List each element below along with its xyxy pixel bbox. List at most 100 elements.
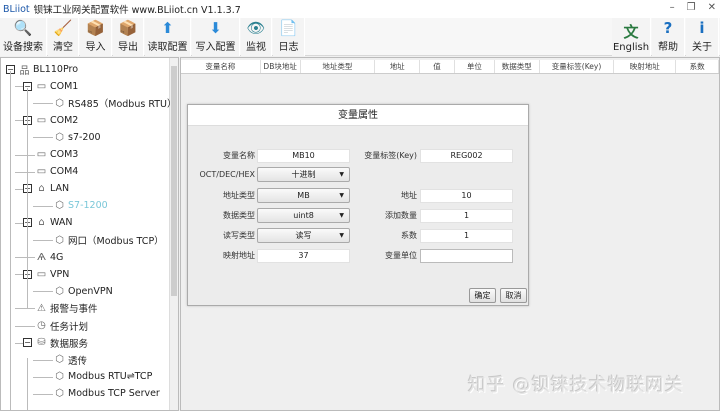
info-label: 关于 — [692, 42, 712, 53]
column-header[interactable]: 数据类型 — [495, 60, 540, 73]
toolbar-button-help[interactable]: ? 帮助 — [652, 18, 685, 56]
tree-item[interactable]: ◷ 任务计划 — [35, 318, 88, 334]
column-header[interactable]: 变量标签(Key) — [540, 60, 615, 73]
brush-icon: 🧹 — [53, 18, 73, 37]
toolbar-button-brush[interactable]: 🧹 清空 — [48, 18, 79, 56]
serial-port-icon: ▭ — [36, 80, 47, 92]
column-header[interactable]: 地址类型 — [301, 60, 376, 73]
database-icon: ⛁ — [37, 337, 46, 349]
var-name-input[interactable]: MB10 — [257, 149, 350, 163]
tree-connector — [27, 358, 28, 410]
toolbar: 🔍 设备搜索 🧹 清空 📦 导入 📦 导出 ⬆ 读取配置 ⬇ 写入配置 👁 监视 📄 日志 文 English? 帮… — [0, 18, 720, 56]
tree-item[interactable]: − 品 BL110Pro — [6, 61, 78, 77]
tree-item[interactable]: Ѧ 4G — [35, 249, 63, 265]
toolbar-button-upload[interactable]: ⬆ 读取配置 — [145, 18, 191, 56]
tree-connector — [15, 222, 23, 224]
language-icon: 文 — [623, 22, 639, 41]
tree-item[interactable]: ⬡ RS485（Modbus RTU） — [53, 95, 177, 111]
coef-input[interactable]: 1 — [420, 229, 513, 243]
column-header[interactable]: 变量名称 — [181, 60, 261, 73]
key-input[interactable]: REG002 — [420, 149, 513, 163]
info-icon: i — [699, 18, 705, 37]
toolbar-button-eye[interactable]: 👁 监视 — [241, 18, 272, 56]
tree-item[interactable]: − ▭ COM1 — [23, 78, 78, 94]
tree-item-label: s7-200 — [68, 131, 101, 143]
add-count-input[interactable]: 1 — [420, 209, 513, 223]
toolbar-button-log-file[interactable]: 📄 日志 — [273, 18, 305, 56]
map-addr-input[interactable]: 37 — [257, 249, 350, 263]
tree-connector — [15, 86, 23, 88]
device-tree: −品BL110Pro−▭COM1⬡RS485（Modbus RTU）−▭COM2… — [0, 57, 179, 411]
tree-item[interactable]: ⬡ 网口（Modbus TCP） — [53, 232, 164, 248]
network-icon: 品 — [19, 65, 30, 77]
tree-connector — [33, 240, 53, 241]
toolbar-button-export-box[interactable]: 📦 导出 — [113, 18, 144, 56]
device-cube-icon: ⬡ — [55, 388, 64, 400]
tree-item[interactable]: −▭COM2 — [23, 112, 78, 128]
brand-logo: BLiiot — [3, 3, 30, 15]
column-header[interactable]: 值 — [420, 60, 455, 73]
download-icon: ⬇ — [209, 18, 222, 37]
column-header[interactable]: 系数 — [676, 60, 719, 73]
tree-item[interactable]: ⬡ Modbus RTU⇌TCP — [53, 369, 152, 385]
cancel-button[interactable]: 取消 — [500, 288, 527, 303]
tree-item[interactable]: ⬡ s7-200 — [53, 129, 101, 145]
tree-item[interactable]: ⬡ Modbus TCP Server — [53, 386, 160, 402]
antenna-icon: Ѧ — [37, 251, 46, 263]
unit-input[interactable] — [420, 249, 513, 263]
export-box-icon: 📦 — [118, 18, 138, 37]
ok-button[interactable]: 确定 — [469, 288, 496, 303]
upload-icon: ⬆ — [161, 18, 174, 37]
data-type-select[interactable]: uint8 ▼ — [257, 208, 350, 223]
toolbar-button-language[interactable]: 文 English — [612, 18, 651, 56]
tree-item-label: RS485（Modbus RTU） — [68, 99, 177, 111]
toolbar-button-search[interactable]: 🔍 设备搜索 — [0, 18, 47, 56]
tree-item[interactable]: −⌂WAN — [23, 215, 72, 231]
import-box-label: 导入 — [85, 42, 106, 53]
addr-type-select[interactable]: MB ▼ — [257, 188, 350, 203]
data-type-value: uint8 — [293, 211, 314, 220]
tree-item[interactable]: − ⛁ 数据服务 — [23, 335, 88, 351]
tree-item[interactable]: −⌂LAN — [23, 181, 69, 197]
rw-type-value: 读写 — [295, 231, 312, 240]
tree-item-label: COM4 — [50, 166, 79, 178]
eye-label: 监视 — [246, 42, 266, 53]
rw-type-select[interactable]: 读写 ▼ — [257, 228, 350, 243]
tree-item[interactable]: ⬡ 透传 — [53, 352, 87, 368]
column-header[interactable]: 地址 — [375, 60, 421, 73]
tree-item[interactable]: ▭ COM4 — [35, 164, 79, 180]
column-header[interactable]: DB块地址 — [261, 60, 301, 73]
tree-item-label: COM1 — [50, 80, 79, 92]
eye-icon: 👁 — [246, 18, 266, 37]
tree-connector — [33, 103, 53, 105]
ethernet-icon: ⌂ — [38, 217, 45, 229]
coef-label: 系数 — [401, 231, 417, 240]
tree-connector — [15, 274, 23, 276]
window-title: 钡铼工业网关配置软件 www.BLiiot.cn V1.1.3.7 — [33, 5, 241, 16]
restore-button[interactable]: ❐ — [687, 2, 696, 13]
close-button[interactable]: ✕ — [708, 2, 716, 13]
radix-select[interactable]: 十进制 ▼ — [257, 167, 350, 182]
toolbar-button-info[interactable]: i 关于 — [686, 18, 719, 56]
radix-label: OCT/DEC/HEX — [199, 170, 255, 179]
tree-connector — [33, 205, 53, 207]
toolbar-button-download[interactable]: ⬇ 写入配置 — [192, 18, 240, 56]
rw-type-label: 读写类型 — [223, 231, 255, 240]
tree-item[interactable]: ⬡ S7-1200 — [53, 198, 108, 214]
dropdown-arrow-icon: ▼ — [339, 212, 344, 219]
column-header[interactable]: 单位 — [455, 60, 495, 73]
addr-input[interactable]: 10 — [420, 189, 513, 203]
toolbar-button-import-box[interactable]: 📦 导入 — [80, 18, 112, 56]
minimize-button[interactable]: – — [670, 2, 675, 13]
tree-item[interactable]: ⚠ 报警与事件 — [35, 300, 98, 316]
column-header[interactable]: 映射地址 — [614, 60, 677, 73]
collapse-toggle-icon[interactable]: − — [23, 338, 32, 348]
tree-connector — [27, 88, 28, 308]
tree-connector — [33, 393, 53, 395]
tree-item[interactable]: ⬡ OpenVPN — [53, 283, 113, 299]
tree-item[interactable]: −▭VPN — [23, 266, 69, 282]
help-icon: ? — [663, 18, 673, 37]
export-box-label: 导出 — [118, 42, 138, 53]
vpn-icon: ▭ — [36, 268, 47, 280]
tree-item[interactable]: ▭ COM3 — [35, 147, 79, 163]
